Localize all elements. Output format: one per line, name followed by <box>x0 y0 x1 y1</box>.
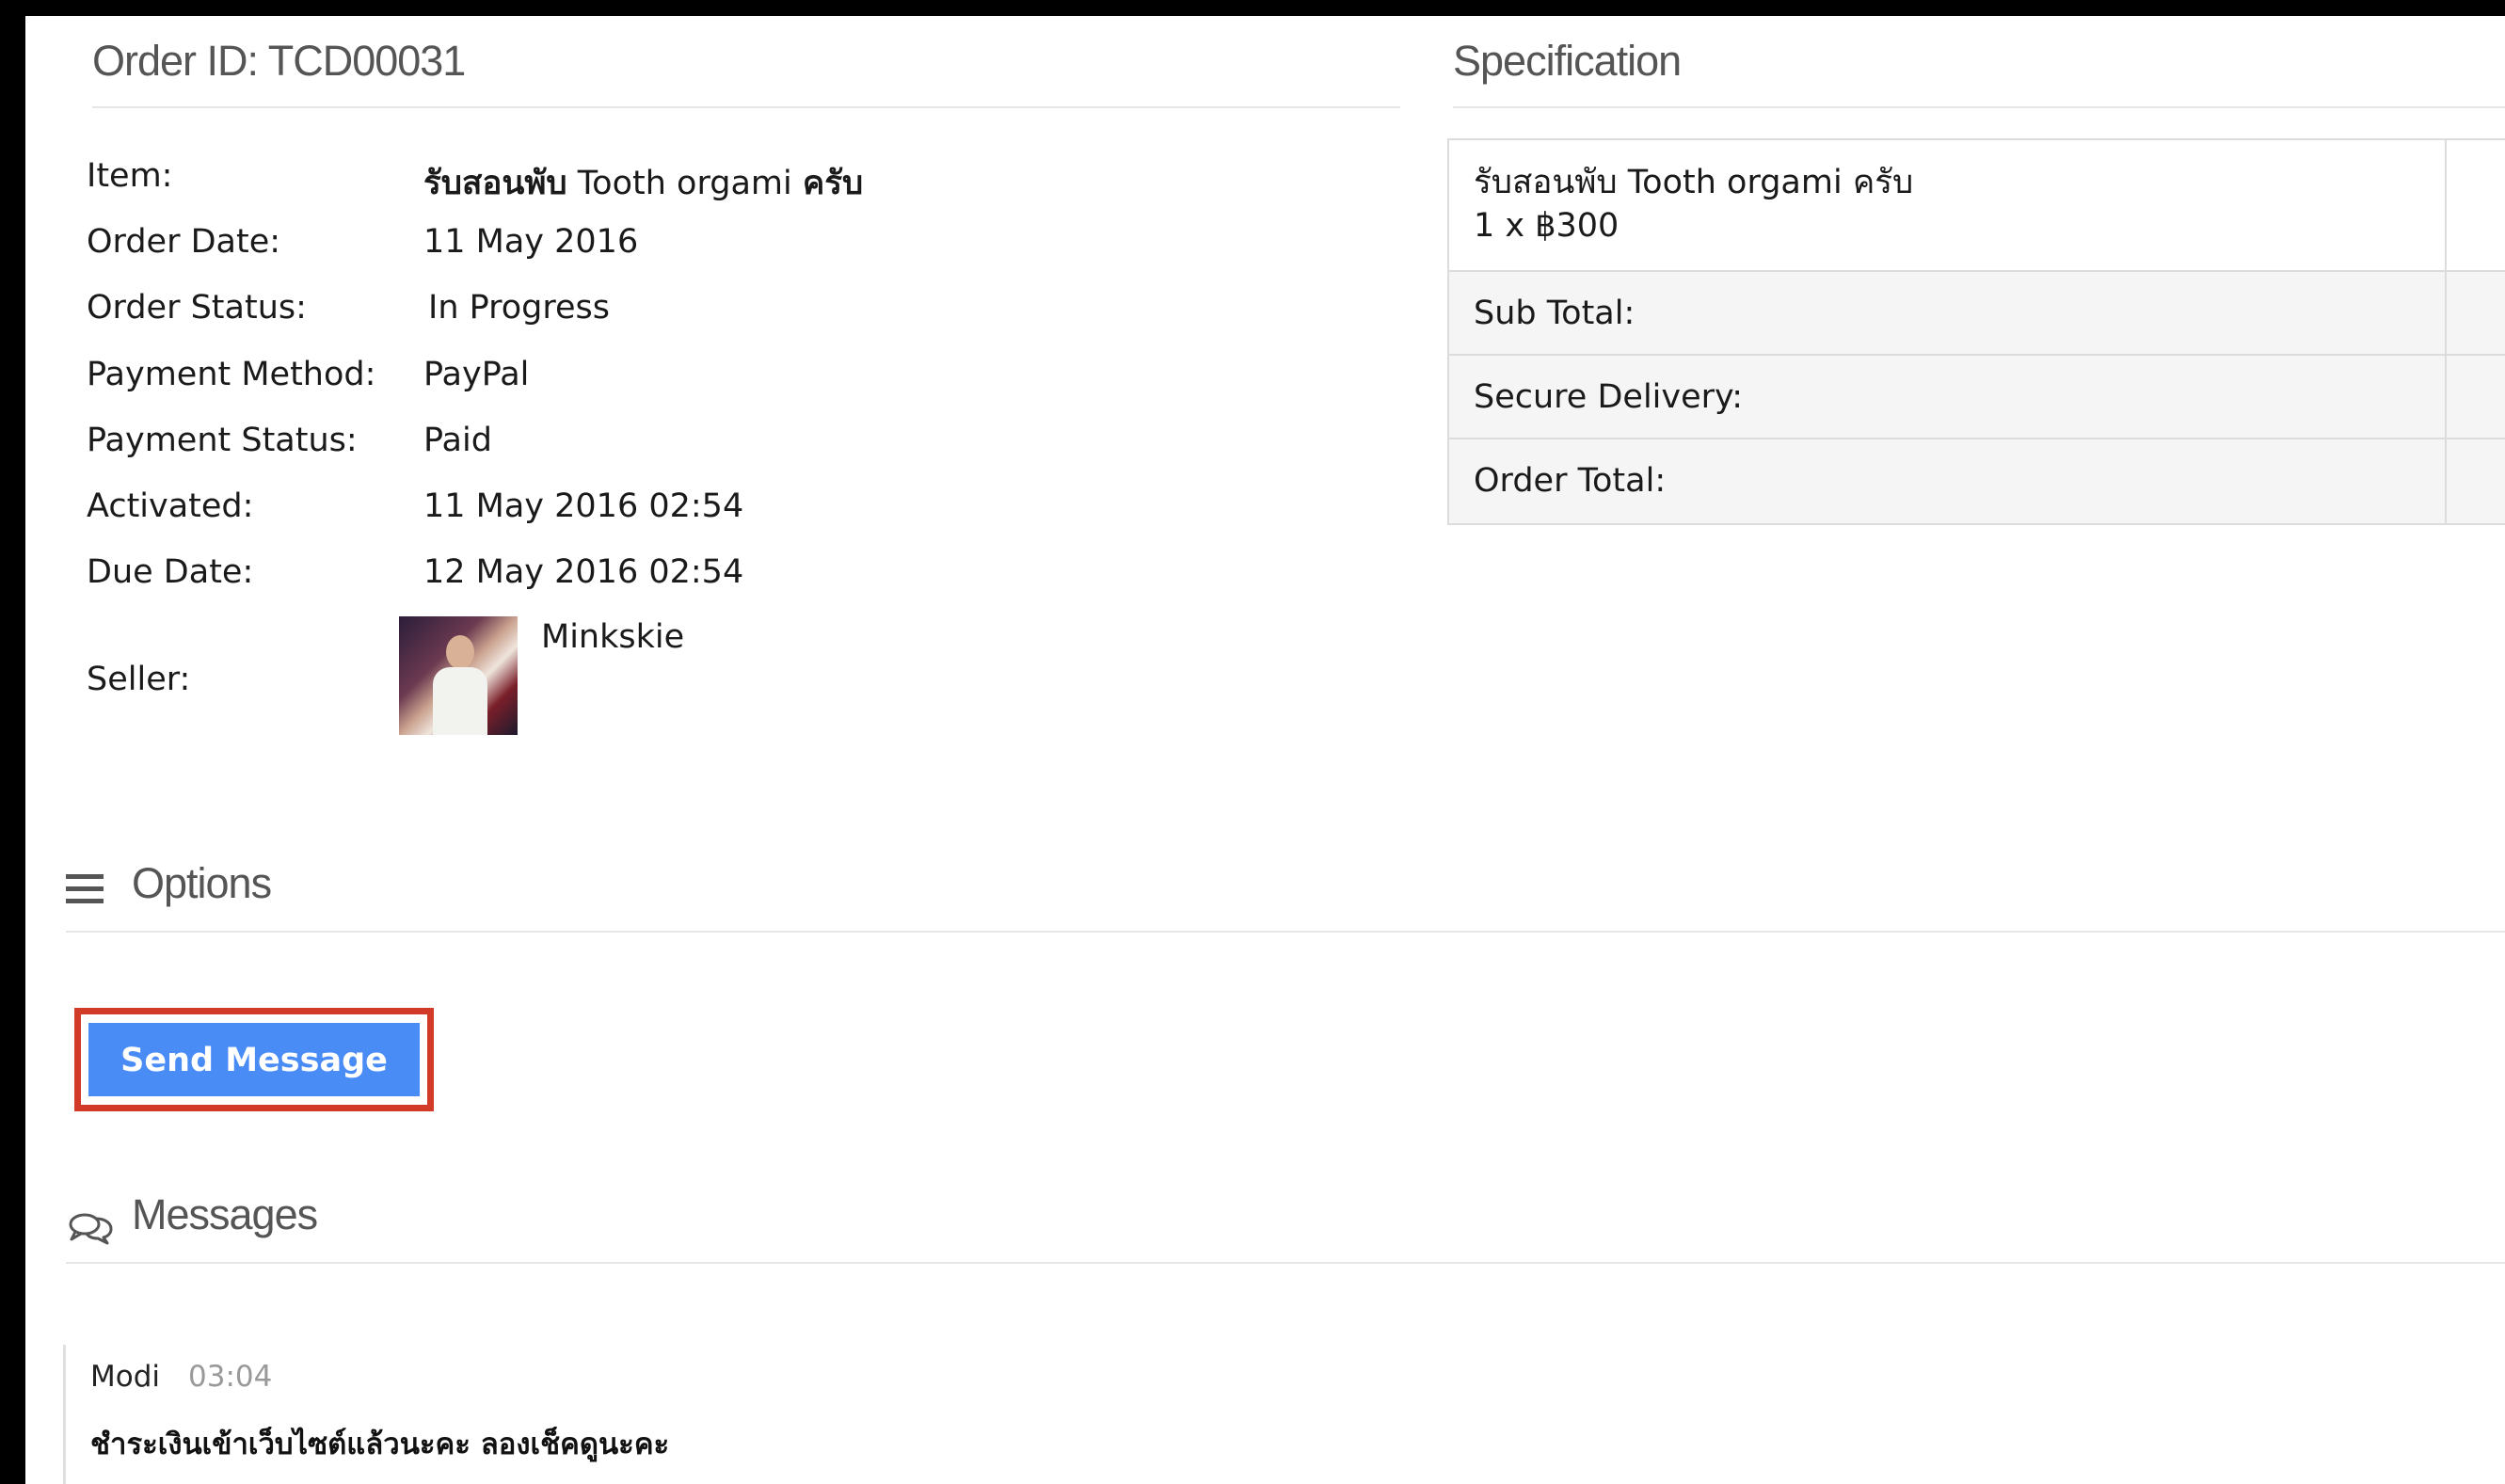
due-date-value: 12 May 2016 02:54 <box>423 553 744 591</box>
payment-status-label: Payment Status: <box>87 422 358 459</box>
item-thai-prefix: รับสอนพับ <box>423 165 567 202</box>
order-status-label: Order Status: <box>87 289 307 327</box>
item-name: Tooth orgami <box>566 165 803 202</box>
item-value: รับสอนพับ Tooth orgami ครับ <box>423 157 863 209</box>
due-date-label: Due Date: <box>87 553 254 591</box>
message-time: 03:04 <box>188 1360 273 1394</box>
order-total-label: Order Total: <box>1474 462 1667 500</box>
spec-order-total-row: Order Total: <box>1449 439 2505 523</box>
item-thai-suffix: ครับ <box>802 165 864 202</box>
divider <box>92 106 1400 108</box>
activated-label: Activated: <box>87 487 254 525</box>
sub-total-label: Sub Total: <box>1474 295 1635 332</box>
secure-delivery-label: Secure Delivery: <box>1474 378 1743 416</box>
seller-avatar[interactable] <box>399 616 518 735</box>
send-message-button[interactable]: Send Message <box>88 1023 420 1096</box>
message-text: ชำระเงินเข้าเว็บไซต์แล้วนะคะ ลองเช็คดูนะ… <box>90 1428 670 1461</box>
spec-secure-delivery-row: Secure Delivery: <box>1449 356 2505 439</box>
payment-method-value: PayPal <box>423 356 530 393</box>
spec-item-qty-price: 1 x ฿300 <box>1474 207 1619 245</box>
item-label: Item: <box>87 157 173 195</box>
chat-bubbles-icon <box>69 1213 113 1245</box>
payment-method-label: Payment Method: <box>87 356 376 393</box>
divider <box>1453 106 2505 108</box>
divider <box>66 1262 2505 1264</box>
message-item: Modi 03:04 ชำระเงินเข้าเว็บไซต์แล้วนะคะ … <box>63 1345 1383 1484</box>
seller-label: Seller: <box>87 661 191 698</box>
spec-sub-total-row: Sub Total: <box>1449 272 2505 356</box>
order-status-value: In Progress <box>428 289 610 327</box>
specification-heading: Specification <box>1453 37 1682 85</box>
options-heading: Options <box>132 859 272 907</box>
seller-name-link[interactable]: Minkskie <box>541 618 684 656</box>
order-id-heading: Order ID: TCD00031 <box>92 37 466 85</box>
order-date-value: 11 May 2016 <box>423 223 639 261</box>
specification-table: รับสอนพับ Tooth orgami ครับ 1 x ฿300 Sub… <box>1447 138 2505 525</box>
order-date-label: Order Date: <box>87 223 281 261</box>
menu-icon <box>66 874 104 903</box>
spec-item-name: รับสอนพับ Tooth orgami ครับ <box>1474 164 1914 201</box>
order-detail-panel: Order ID: TCD00031 Specification Item: ร… <box>25 16 2505 1484</box>
message-author: Modi <box>90 1360 161 1394</box>
messages-heading: Messages <box>132 1190 318 1238</box>
activated-value: 11 May 2016 02:54 <box>423 487 744 525</box>
payment-status-value: Paid <box>423 422 492 459</box>
spec-item-cell: รับสอนพับ Tooth orgami ครับ 1 x ฿300 <box>1449 140 2505 272</box>
divider <box>66 931 2505 933</box>
